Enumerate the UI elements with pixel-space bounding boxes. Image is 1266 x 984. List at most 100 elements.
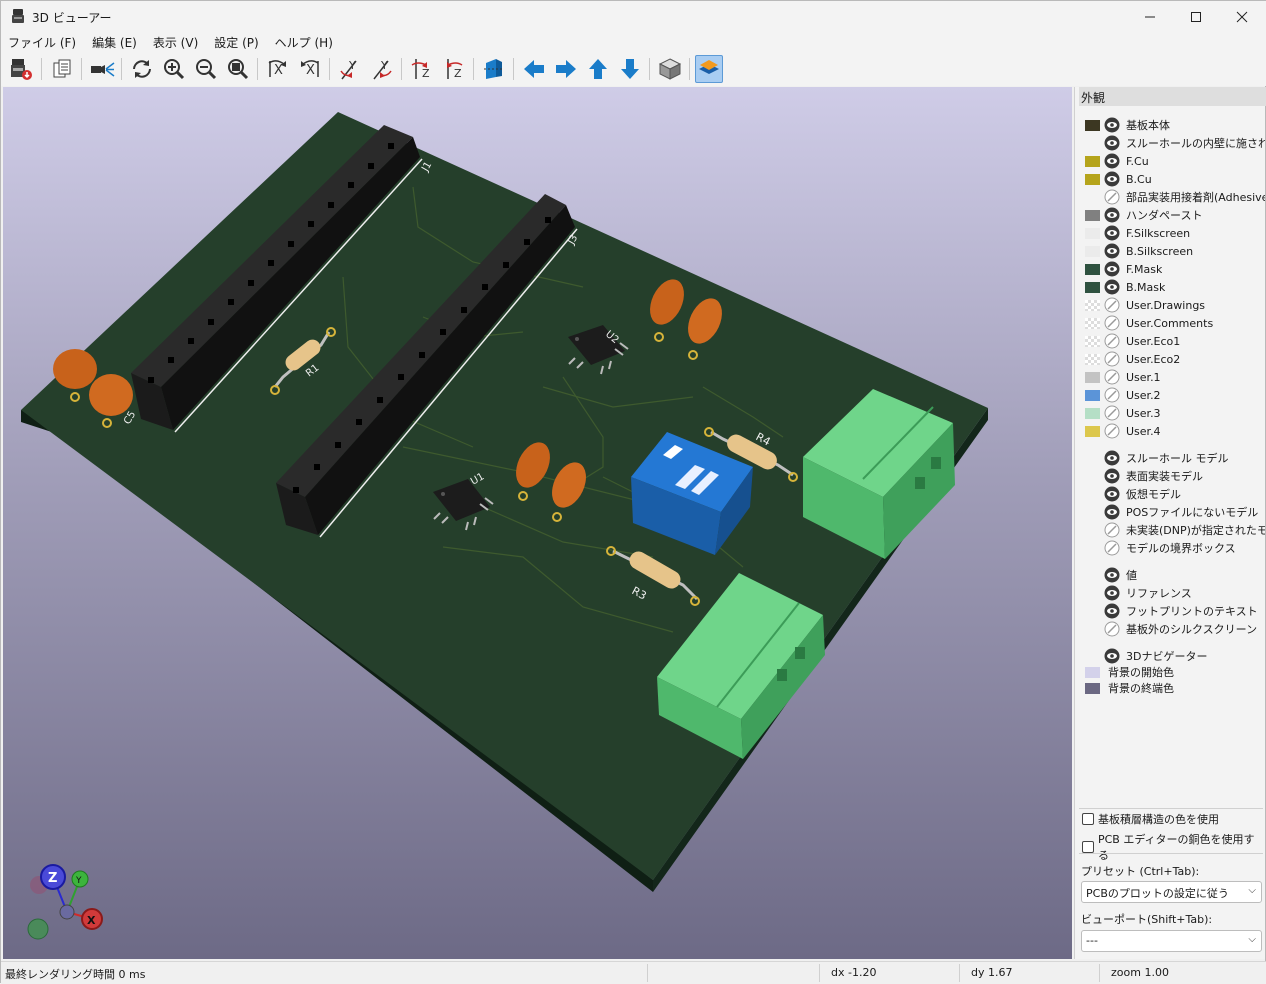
checkbox-box[interactable]: [1082, 841, 1094, 853]
rotate-z-cw-button[interactable]: Z: [408, 55, 436, 83]
color-swatch[interactable]: [1085, 317, 1100, 329]
color-swatch[interactable]: [1085, 525, 1100, 536]
appearance-row[interactable]: User.3: [1085, 404, 1265, 422]
hidden-eye-icon[interactable]: [1104, 189, 1120, 205]
use-stackup-colors-checkbox[interactable]: 基板積層構造の色を使用: [1082, 811, 1219, 827]
color-swatch[interactable]: [1085, 299, 1100, 311]
color-swatch[interactable]: [1085, 353, 1100, 365]
appearance-row[interactable]: 仮想モデル: [1085, 485, 1265, 503]
color-swatch[interactable]: [1085, 624, 1100, 635]
eye-icon[interactable]: [1104, 468, 1120, 484]
3d-viewport[interactable]: J1 J3 C5 R1 U2 U1 R4 R3 Z Y X: [3, 87, 1072, 959]
move-up-button[interactable]: [584, 55, 612, 83]
appearance-row[interactable]: フットプリントのテキスト: [1085, 602, 1265, 620]
color-swatch[interactable]: [1085, 192, 1100, 203]
eye-icon[interactable]: [1104, 153, 1120, 169]
color-swatch[interactable]: [1085, 119, 1100, 131]
rotate-x-cw-button[interactable]: X: [264, 55, 292, 83]
appearance-row[interactable]: 背景の終端色: [1085, 679, 1265, 697]
export-image-button[interactable]: [7, 55, 35, 83]
appearance-row[interactable]: F.Cu: [1085, 152, 1265, 170]
eye-icon[interactable]: [1104, 279, 1120, 295]
preset-select[interactable]: PCBのプロットの設定に従う ⌵: [1081, 881, 1262, 903]
color-swatch[interactable]: [1085, 507, 1100, 518]
hidden-eye-icon[interactable]: [1104, 540, 1120, 556]
zoom-out-button[interactable]: [192, 55, 220, 83]
color-swatch[interactable]: [1085, 682, 1100, 694]
close-button[interactable]: [1219, 1, 1265, 32]
hidden-eye-icon[interactable]: [1104, 333, 1120, 349]
eye-icon[interactable]: [1104, 117, 1120, 133]
color-swatch[interactable]: [1085, 245, 1100, 257]
color-swatch[interactable]: [1085, 407, 1100, 419]
color-swatch[interactable]: [1085, 471, 1100, 482]
appearance-row[interactable]: B.Cu: [1085, 170, 1265, 188]
eye-icon[interactable]: [1104, 171, 1120, 187]
appearance-row[interactable]: User.Comments: [1085, 314, 1265, 332]
raytrace-button[interactable]: [88, 55, 116, 83]
hidden-eye-icon[interactable]: [1104, 297, 1120, 313]
hidden-eye-icon[interactable]: [1104, 387, 1120, 403]
appearance-row[interactable]: モデルの境界ボックス: [1085, 539, 1265, 557]
reload-button[interactable]: [128, 55, 156, 83]
color-swatch[interactable]: [1085, 606, 1100, 617]
appearance-row[interactable]: 表面実装モデル: [1085, 467, 1265, 485]
appearance-row[interactable]: 基板外のシルクスクリーン: [1085, 620, 1265, 638]
flip-board-button[interactable]: [480, 55, 508, 83]
eye-icon[interactable]: [1104, 504, 1120, 520]
menu-edit[interactable]: 編集 (E): [92, 34, 137, 51]
zoom-in-button[interactable]: [160, 55, 188, 83]
hidden-eye-icon[interactable]: [1104, 405, 1120, 421]
color-swatch[interactable]: [1085, 453, 1100, 464]
appearance-row[interactable]: User.Drawings: [1085, 296, 1265, 314]
appearance-row[interactable]: User.2: [1085, 386, 1265, 404]
copy-button[interactable]: [48, 55, 76, 83]
color-swatch[interactable]: [1085, 588, 1100, 599]
appearance-row[interactable]: リファレンス: [1085, 584, 1265, 602]
eye-icon[interactable]: [1104, 567, 1120, 583]
eye-icon[interactable]: [1104, 207, 1120, 223]
eye-icon[interactable]: [1104, 261, 1120, 277]
color-swatch[interactable]: [1085, 335, 1100, 347]
appearance-row[interactable]: User.4: [1085, 422, 1265, 440]
color-swatch[interactable]: [1085, 489, 1100, 500]
appearance-row[interactable]: 未実装(DNP)が指定されたモデ: [1085, 521, 1265, 539]
color-swatch[interactable]: [1085, 570, 1100, 581]
minimize-button[interactable]: [1127, 1, 1173, 32]
orthographic-button[interactable]: [656, 55, 684, 83]
rotate-x-ccw-button[interactable]: X: [296, 55, 324, 83]
layers-manager-button[interactable]: [695, 55, 723, 83]
move-right-button[interactable]: [552, 55, 580, 83]
hidden-eye-icon[interactable]: [1104, 423, 1120, 439]
color-swatch[interactable]: [1085, 227, 1100, 239]
zoom-fit-button[interactable]: [224, 55, 252, 83]
menu-file[interactable]: ファイル (F): [8, 34, 76, 51]
appearance-row[interactable]: User.Eco2: [1085, 350, 1265, 368]
appearance-row[interactable]: スルーホールの内壁に施されたメ: [1085, 134, 1265, 152]
color-swatch[interactable]: [1085, 651, 1100, 662]
color-swatch[interactable]: [1085, 371, 1100, 383]
appearance-row[interactable]: ハンダペースト: [1085, 206, 1265, 224]
eye-icon[interactable]: [1104, 648, 1120, 664]
eye-icon[interactable]: [1104, 486, 1120, 502]
rotate-z-ccw-button[interactable]: Z: [440, 55, 468, 83]
hidden-eye-icon[interactable]: [1104, 522, 1120, 538]
color-swatch[interactable]: [1085, 209, 1100, 221]
appearance-row[interactable]: F.Mask: [1085, 260, 1265, 278]
rotate-y-cw-button[interactable]: Y: [336, 55, 364, 83]
appearance-row[interactable]: 基板本体: [1085, 116, 1265, 134]
appearance-row[interactable]: F.Silkscreen: [1085, 224, 1265, 242]
use-pcb-editor-copper-color-checkbox[interactable]: PCB エディターの銅色を使用する: [1082, 831, 1265, 863]
appearance-row[interactable]: User.Eco1: [1085, 332, 1265, 350]
hidden-eye-icon[interactable]: [1104, 351, 1120, 367]
hidden-eye-icon[interactable]: [1104, 369, 1120, 385]
color-swatch[interactable]: [1085, 543, 1100, 554]
color-swatch[interactable]: [1085, 425, 1100, 437]
appearance-row[interactable]: スルーホール モデル: [1085, 449, 1265, 467]
3d-navigator[interactable]: Z Y X: [27, 864, 103, 940]
appearance-row[interactable]: 値: [1085, 566, 1265, 584]
menu-view[interactable]: 表示 (V): [153, 34, 198, 51]
appearance-row[interactable]: User.1: [1085, 368, 1265, 386]
eye-icon[interactable]: [1104, 585, 1120, 601]
maximize-button[interactable]: [1173, 1, 1219, 32]
